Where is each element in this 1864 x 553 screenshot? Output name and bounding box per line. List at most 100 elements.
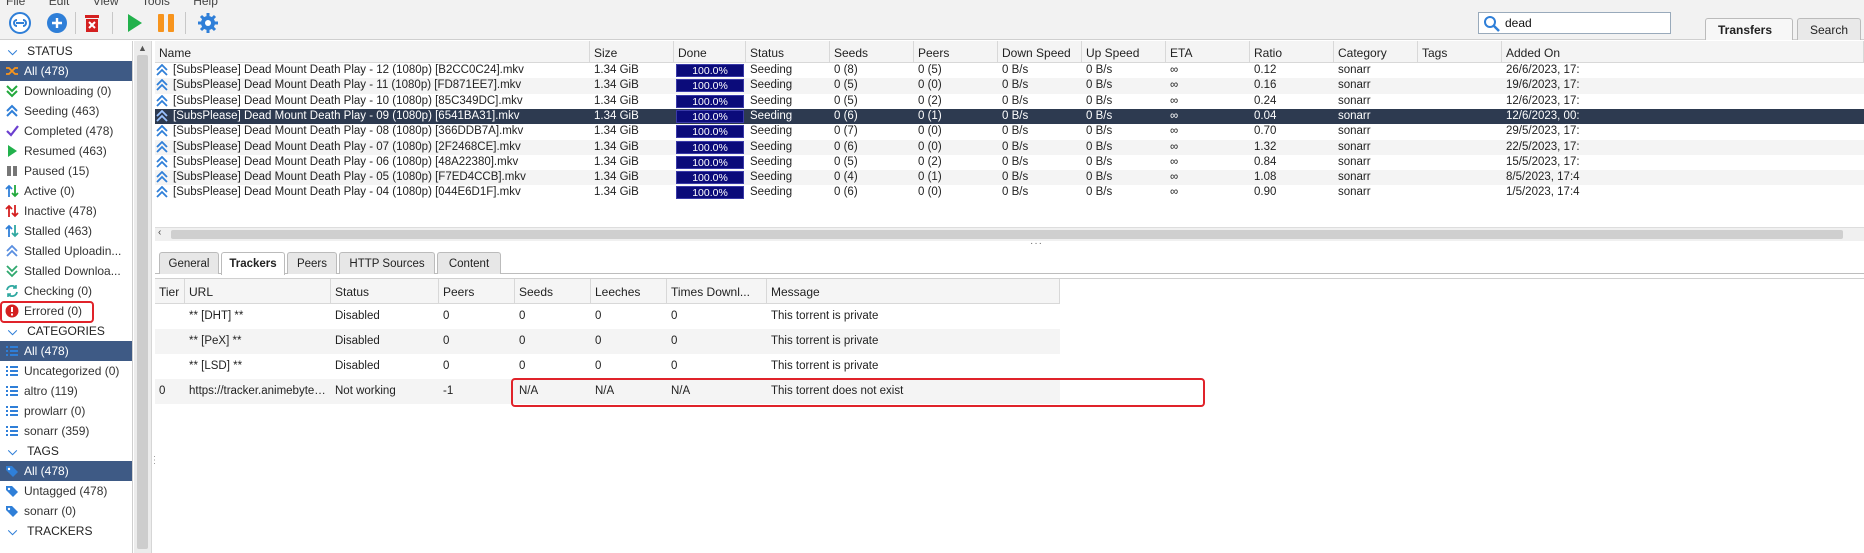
tab-http-sources[interactable]: HTTP Sources (339, 252, 435, 274)
scroll-left-icon[interactable]: ‹ (158, 227, 161, 238)
torrent-scrollbar-thumb[interactable] (171, 230, 1843, 239)
torrent-row[interactable]: [SubsPlease] Dead Mount Death Play - 06 … (155, 155, 1864, 170)
cell-name: [SubsPlease] Dead Mount Death Play - 04 … (173, 186, 521, 199)
status-filter-seeding[interactable]: Seeding (463) (0, 101, 132, 121)
delete-button[interactable] (80, 11, 104, 35)
menu-file[interactable]: File (6, 0, 25, 8)
column-header-peers[interactable]: Peers (914, 41, 998, 63)
add-torrent-button[interactable] (45, 11, 69, 35)
tab-content[interactable]: Content (437, 252, 501, 274)
options-button[interactable] (196, 11, 220, 35)
tracker-column-header-url[interactable]: URL (185, 279, 331, 304)
tab-trackers[interactable]: Trackers (221, 252, 285, 275)
tracker-row[interactable]: ** [PeX] ** Disabled 0 0 0 0 This torrent is p… (155, 329, 1060, 354)
sidebar-scrollbar[interactable]: ▲ (134, 41, 152, 553)
status-filter-stalled[interactable]: Stalled (463) (0, 221, 132, 241)
tracker-column-header-status[interactable]: Status (331, 279, 439, 304)
status-filter-downloading[interactable]: Downloading (0) (0, 81, 132, 101)
sidebar-scrollbar-thumb[interactable] (137, 55, 148, 549)
tracker-column-header-seeds[interactable]: Seeds (515, 279, 591, 304)
search-input[interactable] (1505, 15, 1665, 31)
menu-edit[interactable]: Edit (49, 0, 70, 8)
column-header-added-on[interactable]: Added On (1502, 41, 1864, 63)
cell-added: 12/6/2023, 17: (1506, 94, 1580, 107)
status-filter-resumed[interactable]: Resumed (463) (0, 141, 132, 161)
status-filter-errored[interactable]: Errored (0) (0, 301, 132, 323)
column-header-down-speed[interactable]: Down Speed (998, 41, 1082, 63)
trackers-section-header[interactable]: ⌵ TRACKERS (0, 521, 132, 541)
tracker-column-header-leeches[interactable]: Leeches (591, 279, 667, 304)
tags-section-header[interactable]: ⌵ TAGS (0, 441, 132, 461)
torrent-row[interactable]: [SubsPlease] Dead Mount Death Play - 12 … (155, 63, 1864, 78)
status-filter-active[interactable]: Active (0) (0, 181, 132, 201)
category-filter-sonarr[interactable]: sonarr (359) (0, 421, 132, 441)
tab-search[interactable]: Search (1797, 18, 1861, 40)
tracker-row[interactable]: ** [LSD] ** Disabled 0 0 0 0 This torrent is p… (155, 354, 1060, 379)
pause-button[interactable] (154, 11, 178, 35)
category-filter-altro[interactable]: altro (119) (0, 381, 132, 401)
menu-view[interactable]: View (93, 0, 119, 8)
add-link-button[interactable] (8, 11, 32, 35)
panel-splitter-handle[interactable]: ··· (1030, 238, 1043, 249)
cell-category: sonarr (1338, 64, 1371, 76)
tracker-column-header-tier[interactable]: Tier (155, 279, 185, 304)
column-header-seeds[interactable]: Seeds (830, 41, 914, 63)
column-header-up-speed[interactable]: Up Speed (1082, 41, 1166, 63)
column-header-size[interactable]: Size (590, 41, 674, 63)
column-header-status[interactable]: Status (746, 41, 830, 63)
search-box[interactable] (1478, 12, 1671, 34)
tracker-column-header-peers[interactable]: Peers (439, 279, 515, 304)
category-filter-prowlarr[interactable]: prowlarr (0) (0, 401, 132, 421)
categories-section-header[interactable]: ⌵ CATEGORIES (0, 321, 132, 341)
tracker-column-header-times-downl[interactable]: Times Downl... (667, 279, 767, 304)
torrent-row[interactable]: [SubsPlease] Dead Mount Death Play - 04 … (155, 185, 1864, 200)
tag-filter-untagged[interactable]: Untagged (478) (0, 481, 132, 501)
column-header-ratio[interactable]: Ratio (1250, 41, 1334, 63)
torrent-row[interactable]: [SubsPlease] Dead Mount Death Play - 11 … (155, 78, 1864, 94)
status-section-header[interactable]: ⌵ STATUS (0, 41, 132, 61)
tracker-cell-peers: -1 (443, 385, 454, 397)
trackers-table-header: Tier URL Status Peers Seeds Leeches Times Down… (155, 279, 1060, 304)
column-header-name[interactable]: Name (155, 41, 590, 63)
scroll-up-icon[interactable]: ▲ (138, 43, 147, 53)
sidebar-item-label: Completed (478) (24, 124, 114, 138)
column-header-tags[interactable]: Tags (1418, 41, 1502, 63)
cell-seeds: 0 (5) (834, 155, 858, 168)
status-filter-paused[interactable]: Paused (15) (0, 161, 132, 181)
tag-filter-all[interactable]: All (478) (0, 461, 132, 481)
tracker-row[interactable]: ** [DHT] ** Disabled 0 0 0 0 This torrent is p… (155, 304, 1060, 329)
gear-icon (198, 13, 218, 33)
torrent-row[interactable]: [SubsPlease] Dead Mount Death Play - 05 … (155, 170, 1864, 186)
tab-general[interactable]: General (159, 252, 219, 274)
tag-filter-sonarr[interactable]: sonarr (0) (0, 501, 132, 521)
tracker-column-header-message[interactable]: Message (767, 279, 1060, 304)
menu-help[interactable]: Help (193, 0, 218, 8)
status-filter-stalled-upload[interactable]: Stalled Uploadin... (0, 241, 132, 261)
column-header-done[interactable]: Done (674, 41, 746, 63)
cell-name: [SubsPlease] Dead Mount Death Play - 06 … (173, 155, 519, 168)
cell-name: [SubsPlease] Dead Mount Death Play - 10 … (173, 94, 523, 107)
column-header-category[interactable]: Category (1334, 41, 1418, 63)
tab-peers[interactable]: Peers (287, 252, 337, 274)
category-filter-all[interactable]: All (478) (0, 341, 132, 361)
status-filter-inactive[interactable]: Inactive (478) (0, 201, 132, 221)
resume-button[interactable] (122, 11, 146, 35)
cell-size: 1.34 GiB (594, 125, 639, 138)
torrent-row[interactable]: [SubsPlease] Dead Mount Death Play - 07 … (155, 139, 1864, 155)
column-header-eta[interactable]: ETA (1166, 41, 1250, 63)
cell-up: 0 B/s (1086, 125, 1113, 138)
status-filter-all[interactable]: All (478) (0, 61, 132, 81)
category-filter-uncategorized[interactable]: Uncategorized (0) (0, 361, 132, 381)
status-filter-stalled-download[interactable]: Stalled Downloa... (0, 261, 132, 281)
cell-ratio: 0.04 (1254, 109, 1277, 122)
status-filter-completed[interactable]: Completed (478) (0, 121, 132, 141)
torrent-horizontal-scrollbar[interactable]: ‹ (155, 227, 1864, 241)
status-filter-checking[interactable]: Checking (0) (0, 281, 132, 301)
menu-tools[interactable]: Tools (142, 0, 170, 8)
torrent-row[interactable]: [SubsPlease] Dead Mount Death Play - 09 … (155, 108, 1864, 125)
cell-name: [SubsPlease] Dead Mount Death Play - 12 … (173, 64, 524, 76)
torrent-row[interactable]: [SubsPlease] Dead Mount Death Play - 10 … (155, 94, 1864, 109)
cell-category: sonarr (1338, 109, 1371, 122)
torrent-row[interactable]: [SubsPlease] Dead Mount Death Play - 08 … (155, 124, 1864, 139)
tab-transfers[interactable]: Transfers (1705, 18, 1793, 40)
